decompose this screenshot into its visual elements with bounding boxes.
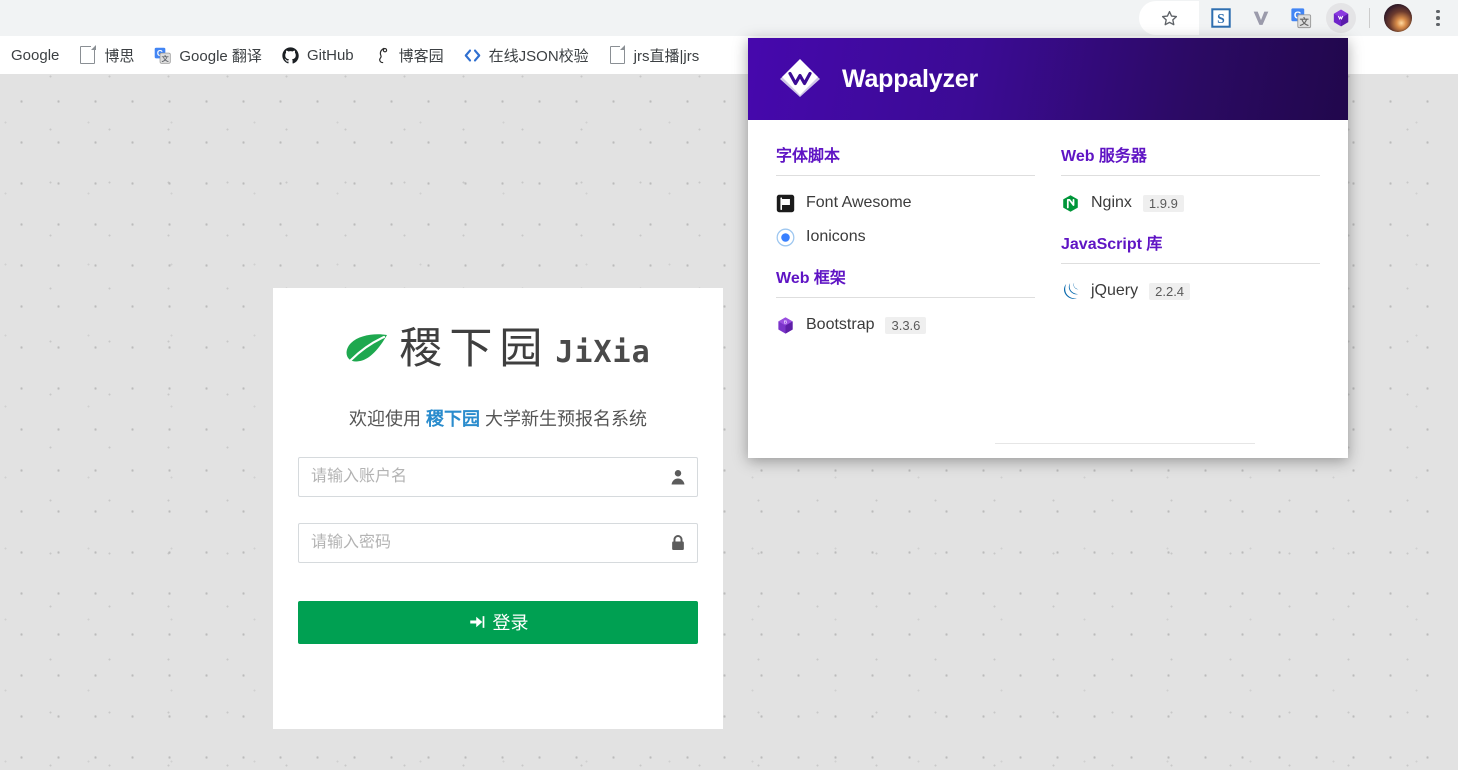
github-icon — [282, 47, 299, 64]
bookmark-label: GitHub — [307, 47, 354, 64]
wappalyzer-column-left: 字体脚本 Font Awesome — [776, 142, 1035, 344]
nginx-icon — [1061, 194, 1080, 213]
sogou-extension-icon: S — [1210, 7, 1232, 29]
username-field-wrapper — [298, 457, 698, 497]
svg-text:文: 文 — [162, 54, 170, 63]
welcome-brand: 稷下园 — [426, 409, 480, 429]
welcome-prefix: 欢迎使用 — [349, 409, 426, 429]
category-title: Web 服务器 — [1061, 142, 1320, 166]
toolbar-divider — [1369, 8, 1370, 28]
profile-avatar-button[interactable] — [1378, 0, 1418, 36]
toolbar-icon-group: S G 文 — [1139, 0, 1458, 36]
brand-name-en: JiXia — [555, 338, 650, 368]
user-icon — [669, 468, 687, 486]
category-divider — [776, 175, 1035, 176]
bootstrap-icon: B — [776, 316, 795, 335]
password-field-wrapper — [298, 523, 698, 563]
welcome-suffix: 大学新生预报名系统 — [480, 409, 647, 429]
brand-name-cn: 稷下园 — [399, 328, 549, 371]
sogou-extension-button[interactable]: S — [1201, 0, 1241, 36]
wappalyzer-footer-divider — [995, 443, 1255, 444]
browser-toolbar: S G 文 — [0, 0, 1458, 36]
star-icon — [1160, 9, 1179, 28]
bookmark-label: jrs直播|jrs — [634, 45, 700, 66]
lock-icon — [669, 534, 687, 552]
wappalyzer-title: Wappalyzer — [842, 65, 978, 94]
category-title: JavaScript 库 — [1061, 230, 1320, 254]
code-brackets-icon — [464, 47, 481, 64]
wappalyzer-extension-icon — [1331, 8, 1351, 28]
google-icon — [0, 47, 3, 64]
sign-in-icon — [468, 613, 486, 631]
bookmark-google[interactable]: Google — [0, 41, 69, 69]
google-translate-extension-icon: G 文 — [1290, 7, 1312, 29]
bookmark-jrs[interactable]: jrs直播|jrs — [599, 41, 710, 69]
wappalyzer-extension-button[interactable] — [1321, 0, 1361, 36]
vimium-extension-icon — [1250, 7, 1272, 29]
bookmark-cnblogs[interactable]: 博客园 — [364, 41, 454, 69]
app-name: Bootstrap — [806, 316, 874, 334]
google-translate-extension-button[interactable]: G 文 — [1281, 0, 1321, 36]
wappalyzer-logo-icon — [774, 53, 826, 105]
font-awesome-icon — [776, 194, 795, 213]
wappalyzer-popup: Wappalyzer 字体脚本 Font Awesome — [748, 38, 1348, 458]
app-item-jquery[interactable]: jQuery 2.2.4 — [1061, 276, 1320, 306]
app-item-font-awesome[interactable]: Font Awesome — [776, 188, 1035, 218]
bookmark-label: 在线JSON校验 — [489, 45, 589, 66]
bookmark-star-button[interactable] — [1139, 1, 1199, 35]
bookmark-label: 博客园 — [399, 45, 444, 66]
login-button[interactable]: 登录 — [298, 601, 698, 644]
bookmark-google-translate[interactable]: G 文 Google 翻译 — [144, 41, 272, 69]
category-title: Web 框架 — [776, 264, 1035, 288]
bookmark-github[interactable]: GitHub — [272, 41, 364, 69]
app-name: Ionicons — [806, 228, 866, 246]
bookmark-bosi[interactable]: 博思 — [69, 41, 144, 69]
app-name: Font Awesome — [806, 194, 912, 212]
app-version: 2.2.4 — [1149, 283, 1190, 300]
extension-icon-background — [1326, 3, 1356, 33]
svg-text:B: B — [784, 319, 788, 325]
cnblogs-icon — [374, 47, 391, 64]
avatar — [1384, 4, 1412, 32]
browser-window: S G 文 — [0, 0, 1458, 770]
category-divider — [1061, 263, 1320, 264]
login-button-label: 登录 — [493, 609, 529, 635]
vimium-extension-button[interactable] — [1241, 0, 1281, 36]
app-item-ionicons[interactable]: Ionicons — [776, 222, 1035, 252]
username-input[interactable] — [298, 457, 698, 497]
document-icon — [609, 47, 626, 64]
bookmark-label: 博思 — [104, 45, 134, 66]
welcome-text: 欢迎使用 稷下园 大学新生预报名系统 — [273, 405, 723, 431]
brand-logo: 稷下园 JiXia — [273, 328, 723, 371]
kebab-menu-icon — [1426, 0, 1450, 36]
wappalyzer-column-right: Web 服务器 Nginx 1.9.9 JavaScript 库 — [1061, 142, 1320, 344]
category-divider — [776, 297, 1035, 298]
svg-text:文: 文 — [1300, 16, 1310, 27]
svg-text:S: S — [1217, 11, 1225, 26]
jquery-icon — [1061, 282, 1080, 301]
app-version: 1.9.9 — [1143, 195, 1184, 212]
wappalyzer-header: Wappalyzer — [748, 38, 1348, 120]
password-input[interactable] — [298, 523, 698, 563]
app-item-bootstrap[interactable]: B Bootstrap 3.3.6 — [776, 310, 1035, 340]
ionicons-icon — [776, 228, 795, 247]
document-icon — [79, 47, 96, 64]
bookmark-json-validator[interactable]: 在线JSON校验 — [454, 41, 599, 69]
google-translate-icon: G 文 — [154, 47, 171, 64]
app-name: Nginx — [1091, 194, 1132, 212]
wappalyzer-body: 字体脚本 Font Awesome — [748, 120, 1348, 344]
bookmark-label: Google 翻译 — [179, 45, 262, 66]
app-version: 3.3.6 — [885, 317, 926, 334]
login-card: 稷下园 JiXia 欢迎使用 稷下园 大学新生预报名系统 — [273, 288, 723, 729]
chrome-menu-button[interactable] — [1418, 0, 1458, 36]
leaf-icon — [345, 333, 389, 363]
category-title: 字体脚本 — [776, 142, 1035, 166]
bookmark-label: Google — [11, 47, 59, 64]
app-item-nginx[interactable]: Nginx 1.9.9 — [1061, 188, 1320, 218]
category-divider — [1061, 175, 1320, 176]
app-name: jQuery — [1091, 282, 1138, 300]
